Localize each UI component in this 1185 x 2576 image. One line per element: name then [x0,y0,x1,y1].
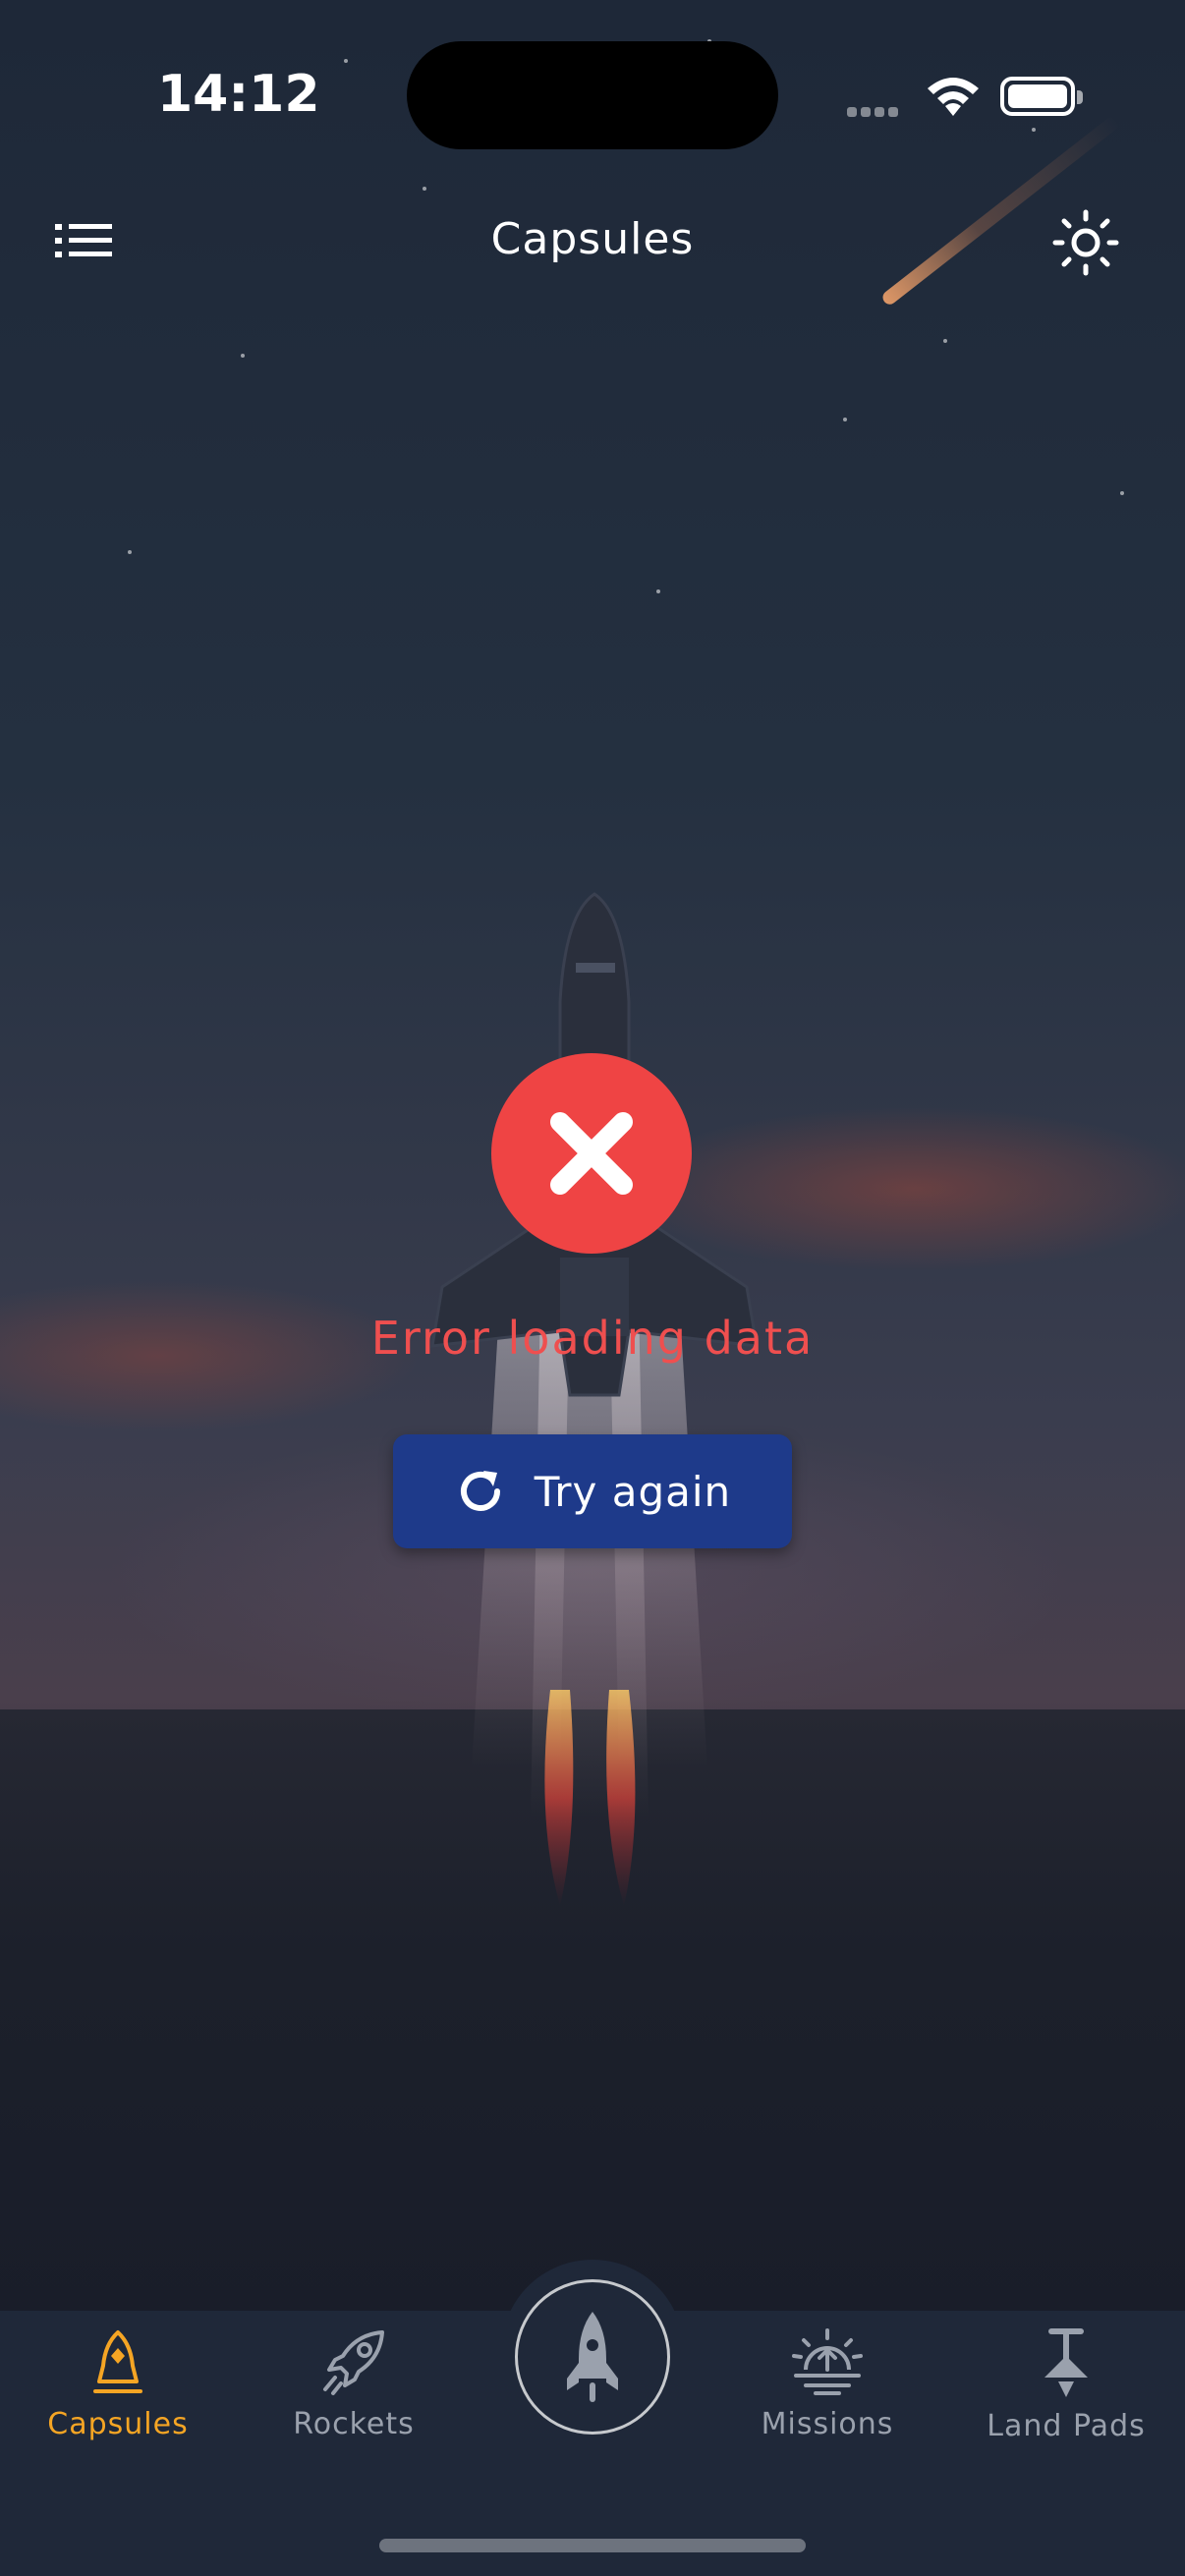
nav-item-land-pads[interactable]: Land Pads [958,2326,1174,2443]
try-again-label: Try again [534,1467,732,1516]
star-decoration [423,187,426,191]
star-decoration [128,550,132,554]
refresh-icon [460,1471,500,1511]
nav-label-capsules: Capsules [47,2407,189,2441]
signal-icon [847,102,902,121]
app-screen: 14:12 Capsules Error loading data Try ag… [0,0,1185,2576]
landpad-icon [1044,2328,1088,2397]
rocket-icon [323,2330,384,2395]
nav-center-button[interactable] [515,2279,670,2435]
error-badge [491,1053,692,1254]
star-decoration [1032,128,1036,132]
close-x-icon [550,1112,633,1195]
launch-rocket-icon [567,2312,618,2402]
nav-item-missions[interactable]: Missions [719,2326,935,2441]
nav-item-rockets[interactable]: Rockets [246,2326,462,2441]
nav-label-land-pads: Land Pads [987,2409,1146,2443]
wifi-icon [928,78,979,116]
capsule-icon [93,2330,142,2393]
star-decoration [344,59,348,63]
status-time: 14:12 [157,65,320,124]
star-decoration [843,418,847,421]
star-decoration [1120,491,1124,495]
try-again-button[interactable]: Try again [393,1434,792,1548]
nav-item-capsules[interactable]: Capsules [10,2326,226,2441]
space-shuttle-illustration [430,892,759,1906]
page-title: Capsules [490,214,695,264]
dynamic-island [407,41,778,149]
home-indicator[interactable] [379,2539,806,2552]
missions-icon [792,2328,863,2395]
star-decoration [241,354,245,358]
star-decoration [943,339,947,343]
nav-label-missions: Missions [761,2407,894,2441]
battery-icon [1000,77,1083,116]
sun-theme-icon[interactable] [1051,208,1120,277]
star-decoration [656,589,660,593]
error-message: Error loading data [370,1312,815,1365]
nav-label-rockets: Rockets [293,2407,415,2441]
